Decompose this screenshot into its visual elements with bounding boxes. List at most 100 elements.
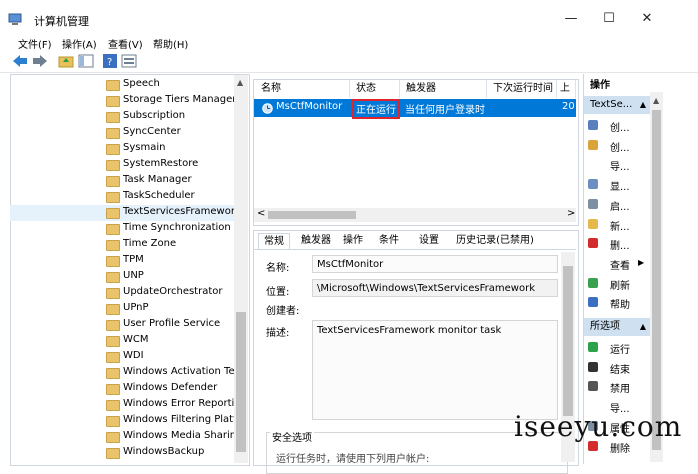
task-list-hscroll-thumb[interactable] <box>268 211 356 219</box>
tree-item[interactable]: Task Manager <box>10 173 236 189</box>
actions-scroll-up-icon[interactable]: ▲ <box>653 96 659 105</box>
tree-item[interactable]: Storage Tiers Managen <box>10 93 236 109</box>
tree-scroll-up-icon[interactable]: ▲ <box>237 78 243 87</box>
tree-scroll-thumb[interactable] <box>236 312 246 452</box>
author-field[interactable] <box>312 298 558 316</box>
tree-item[interactable]: Time Zone <box>10 237 236 253</box>
actions-section-selected-item[interactable]: 所选项 ▲ <box>584 318 650 336</box>
tab-triggers[interactable]: 触发器 <box>296 233 336 249</box>
details-scroll-thumb[interactable] <box>563 266 573 416</box>
end-icon <box>588 361 598 372</box>
tree-item[interactable]: UNP <box>10 269 236 285</box>
action-item[interactable]: 查看 <box>588 255 658 272</box>
tree-item-label: TextServicesFramework <box>123 206 236 217</box>
tree-item-label: WCM <box>123 334 149 345</box>
tree-item[interactable]: Windows Error Reportir <box>10 397 236 413</box>
menu-view[interactable]: 查看(V) <box>108 36 143 51</box>
tree-item[interactable]: WDI <box>10 349 236 365</box>
author-label: 创建者: <box>266 306 300 317</box>
menu-action[interactable]: 操作(A) <box>62 36 97 51</box>
close-button[interactable]: ✕ <box>632 8 662 30</box>
properties-icon[interactable] <box>121 54 137 68</box>
window-title: 计算机管理 <box>34 15 89 28</box>
action-item[interactable]: 导... <box>588 156 658 173</box>
tree-item[interactable]: TextServicesFramework <box>10 205 236 221</box>
description-field[interactable]: TextServicesFramework monitor task <box>312 320 558 420</box>
tree-item-label: Storage Tiers Managen <box>123 94 236 105</box>
column-header-status[interactable]: 状态 <box>350 80 400 98</box>
folder-icon <box>106 176 120 187</box>
back-icon[interactable] <box>12 54 28 68</box>
show-hide-tree-icon[interactable] <box>78 54 94 68</box>
tree-item[interactable]: Windows Media Sharin <box>10 429 236 445</box>
action-item[interactable]: 刷新 <box>588 275 658 292</box>
scroll-left-icon[interactable]: < <box>257 208 265 219</box>
tab-actions[interactable]: 操作 <box>338 233 368 249</box>
create-basic-task-icon <box>588 120 598 130</box>
column-header-last-run[interactable]: 上次 <box>557 80 576 98</box>
action-item[interactable]: 显... <box>588 176 658 193</box>
folder-icon <box>106 160 120 171</box>
action-item[interactable]: 新... <box>588 216 658 233</box>
collapse-up-icon[interactable]: ▲ <box>640 318 646 336</box>
tree-item[interactable]: Windows Defender <box>10 381 236 397</box>
tab-general[interactable]: 常规 <box>258 233 290 250</box>
action-label: 结束 <box>610 364 630 376</box>
tree-item[interactable]: TPM <box>10 253 236 269</box>
tree-item[interactable]: Windows Activation Tec <box>10 365 236 381</box>
tree-item[interactable]: TaskScheduler <box>10 189 236 205</box>
tree-item[interactable]: Subscription <box>10 109 236 125</box>
action-item[interactable]: 运行 <box>588 339 658 356</box>
maximize-button[interactable]: ☐ <box>594 8 624 30</box>
tree-item[interactable]: WindowsBackup <box>10 445 236 461</box>
tree-item[interactable]: User Profile Service <box>10 317 236 333</box>
action-item[interactable]: 创... <box>588 137 658 154</box>
scroll-right-icon[interactable]: > <box>567 208 575 219</box>
menu-file[interactable]: 文件(F) <box>18 36 52 51</box>
task-clock-icon <box>262 103 273 114</box>
action-item[interactable]: 启... <box>588 196 658 213</box>
menu-help[interactable]: 帮助(H) <box>153 36 188 51</box>
action-item[interactable]: 结束 <box>588 359 658 376</box>
help-icon[interactable]: ? <box>102 54 118 68</box>
tree-item[interactable]: Time Synchronization <box>10 221 236 237</box>
folder-icon <box>106 224 120 235</box>
actions-section-task-folder[interactable]: TextSe... ▲ <box>584 96 650 114</box>
tree-item-label: Windows Error Reportir <box>123 398 236 409</box>
tree-item-label: Speech <box>123 78 160 89</box>
tree-item[interactable]: SystemRestore <box>10 157 236 173</box>
tab-history[interactable]: 历史记录(已禁用) <box>454 233 536 249</box>
tree-item-label: UpdateOrchestrator <box>123 286 223 297</box>
up-folder-icon[interactable] <box>58 54 74 68</box>
tree-item[interactable]: WCM <box>10 333 236 349</box>
column-header-trigger[interactable]: 触发器 <box>400 80 487 98</box>
tree-item[interactable]: UPnP <box>10 301 236 317</box>
tree-item-label: Task Manager <box>123 174 192 185</box>
action-item[interactable]: 删... <box>588 235 658 252</box>
tree-item-label: SystemRestore <box>123 158 199 169</box>
name-field[interactable]: MsCtfMonitor <box>312 255 558 273</box>
actions-scroll-thumb[interactable] <box>652 110 661 450</box>
action-item[interactable]: 禁用 <box>588 378 658 395</box>
tree-item[interactable]: UpdateOrchestrator <box>10 285 236 301</box>
folder-icon <box>106 304 120 315</box>
action-item[interactable]: 创... <box>588 117 658 134</box>
computer-management-icon <box>8 12 22 26</box>
collapse-up-icon[interactable]: ▲ <box>640 96 646 114</box>
column-header-next-run[interactable]: 下次运行时间 <box>487 80 557 98</box>
minimize-button[interactable]: — <box>556 8 586 30</box>
tree-item[interactable]: Windows Filtering Platfc <box>10 413 236 429</box>
column-header-name[interactable]: 名称 <box>255 80 350 98</box>
tab-settings[interactable]: 设置 <box>414 233 444 249</box>
action-item[interactable]: 帮助 <box>588 294 658 311</box>
tab-conditions[interactable]: 条件 <box>374 233 404 249</box>
tree-item[interactable]: SyncCenter <box>10 125 236 141</box>
location-field[interactable]: \Microsoft\Windows\TextServicesFramework <box>312 279 558 297</box>
disable-icon <box>588 381 598 392</box>
tree-item-label: WindowsBackup <box>123 446 205 457</box>
name-label: 名称: <box>266 263 290 274</box>
submenu-arrow-icon[interactable]: ▶ <box>638 258 644 267</box>
tree-item[interactable]: Sysmain <box>10 141 236 157</box>
forward-icon[interactable] <box>32 54 48 68</box>
tree-item[interactable]: Speech <box>10 77 236 93</box>
